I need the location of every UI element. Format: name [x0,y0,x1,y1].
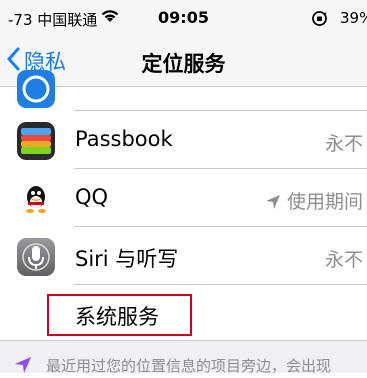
footer-text: 最近用过您的位置信息的项目旁边，会出现 [46,357,332,375]
page-title: 定位服务 [141,52,226,76]
app-name: Siri 与听写 [75,247,179,271]
list-item-siri[interactable]: Siri 与听写 永不 [0,227,367,285]
location-arrow-icon [14,356,32,378]
navigation-bar: 隐私 定位服务 [0,36,367,87]
location-permission: 永不 [324,133,363,155]
battery-percent: 39% [340,9,367,27]
location-arrow-icon [265,193,281,215]
passbook-icon [17,122,55,160]
system-services-row[interactable]: 系统服务 [0,285,367,343]
location-permission: 永不 [324,249,363,271]
qq-icon [17,180,55,218]
footer-note: 最近用过您的位置信息的项目旁边，会出现 [0,340,367,375]
app-name: QQ [75,185,109,209]
app-name: Passbook [75,127,173,151]
system-services-label: 系统服务 [75,305,159,329]
siri-microphone-icon [17,238,55,276]
status-bar: -73 中国联通 09:05 39% [0,0,367,36]
list-item-qq[interactable]: QQ 使用期间 [0,169,367,227]
app-icon [17,70,55,108]
list-item[interactable] [0,70,367,111]
rotation-lock-icon [311,10,328,31]
list-item-passbook[interactable]: Passbook 永不 [0,111,367,169]
app-list: Passbook 永不 QQ 使用期间 Siri 与听写 永不 系统服务 [0,70,367,343]
location-permission: 使用期间 [265,187,363,215]
